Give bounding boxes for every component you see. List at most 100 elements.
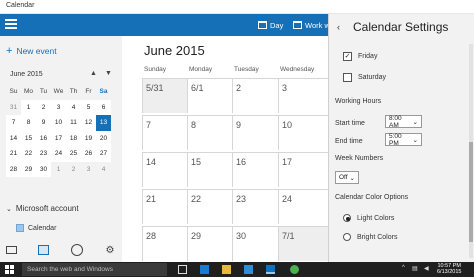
mini-calendar-day[interactable]: 20 — [96, 130, 111, 146]
mini-calendar-day[interactable]: 29 — [21, 161, 36, 177]
mini-calendar-day[interactable]: 1 — [21, 99, 36, 115]
store-icon[interactable] — [244, 265, 253, 274]
mail-icon[interactable]: mail — [6, 246, 17, 254]
mini-calendar-day[interactable]: 3 — [81, 161, 96, 177]
friday-checkbox[interactable]: ✓ — [343, 52, 352, 61]
previous-month-arrow-icon[interactable]: ▲ — [90, 70, 97, 77]
mini-calendar-day[interactable]: 16 — [36, 130, 51, 146]
task-view-icon[interactable] — [178, 265, 187, 274]
month-day-cell[interactable]: 3 — [278, 78, 328, 113]
settings-scrollbar-thumb[interactable] — [469, 142, 473, 242]
mini-calendar-day[interactable]: 3 — [51, 99, 66, 115]
month-day-cell[interactable]: 5/31 — [142, 78, 187, 113]
saturday-checkbox[interactable] — [343, 73, 352, 82]
saturday-checkbox-row[interactable]: Saturday — [343, 73, 386, 82]
mini-calendar-day[interactable]: 28 — [6, 161, 21, 177]
account-header[interactable]: ⌄ Microsoft account — [6, 204, 79, 213]
mini-calendar-day[interactable]: 17 — [51, 130, 66, 146]
mini-calendar-day[interactable]: 18 — [66, 130, 81, 146]
mini-calendar-day[interactable]: 11 — [66, 115, 81, 131]
back-arrow-icon[interactable]: ‹ — [337, 22, 340, 32]
file-explorer-icon[interactable] — [222, 265, 231, 274]
hamburger-menu-icon[interactable] — [5, 19, 17, 29]
calendar-week-icon — [293, 21, 302, 29]
chevron-down-icon: ⌄ — [349, 174, 355, 182]
month-day-cell[interactable]: 30 — [232, 226, 278, 261]
work-week-view-button[interactable]: Work w — [293, 18, 330, 32]
app-taskbar-icon[interactable] — [290, 265, 299, 274]
friday-checkbox-row[interactable]: ✓ Friday — [343, 52, 377, 61]
month-day-cell[interactable]: 9 — [232, 115, 278, 150]
light-colors-option[interactable]: Light Colors — [343, 214, 394, 222]
mini-calendar-day[interactable]: 25 — [66, 146, 81, 162]
mini-calendar-day[interactable]: 6 — [96, 99, 111, 115]
month-day-cell[interactable]: 28 — [142, 226, 187, 261]
tray-chevron-icon[interactable]: ^ — [402, 265, 405, 271]
edge-browser-icon[interactable] — [200, 265, 209, 274]
start-time-label: Start time — [335, 120, 365, 127]
volume-icon[interactable]: ◀ — [424, 265, 429, 272]
mini-calendar-day[interactable]: 27 — [96, 146, 111, 162]
mini-calendar-day[interactable]: 8 — [21, 115, 36, 131]
mini-calendar-day[interactable]: 26 — [81, 146, 96, 162]
mini-calendar-day[interactable]: 23 — [36, 146, 51, 162]
month-day-cell[interactable]: 10 — [278, 115, 328, 150]
month-day-cell[interactable]: 17 — [278, 152, 328, 187]
end-time-dropdown[interactable]: 5:00 PM ⌄ — [385, 133, 422, 147]
mini-calendar-day[interactable]: 5 — [81, 99, 96, 115]
month-day-cell[interactable]: 6/1 — [187, 78, 232, 113]
windows-start-icon[interactable] — [5, 265, 15, 274]
month-day-cell[interactable]: 16 — [232, 152, 278, 187]
week-numbers-dropdown[interactable]: Off ⌄ — [335, 171, 359, 184]
mini-calendar-day[interactable]: 13 — [96, 115, 111, 131]
mini-calendar-day[interactable]: 2 — [66, 161, 81, 177]
start-time-dropdown[interactable]: 8:00 AM ⌄ — [385, 115, 422, 129]
month-day-cell[interactable]: 15 — [187, 152, 232, 187]
mini-calendar-day[interactable]: 9 — [36, 115, 51, 131]
new-event-button[interactable]: + New event — [6, 46, 57, 57]
mini-calendar-day[interactable]: 7 — [6, 115, 21, 131]
month-day-cell[interactable]: 7 — [142, 115, 187, 150]
month-day-cell[interactable]: 21 — [142, 189, 187, 224]
mini-calendar-day[interactable]: 12 — [81, 115, 96, 131]
mini-calendar-day[interactable]: 31 — [6, 99, 21, 115]
month-day-cell[interactable]: 22 — [187, 189, 232, 224]
mini-calendar-weekday: Mo — [23, 88, 34, 96]
mini-calendar-day[interactable]: 10 — [51, 115, 66, 131]
month-day-cell[interactable]: 29 — [187, 226, 232, 261]
settings-gear-icon[interactable]: ⚙ — [104, 244, 116, 256]
mini-calendar-day[interactable]: 24 — [51, 146, 66, 162]
month-day-cell[interactable]: 7/1 — [278, 226, 328, 261]
mini-calendar-month: June 2015 — [10, 71, 43, 78]
calendar-taskbar-icon[interactable] — [266, 265, 275, 274]
bright-colors-option[interactable]: Bright Colors — [343, 233, 397, 241]
month-day-cell[interactable]: 8 — [187, 115, 232, 150]
light-colors-radio[interactable] — [343, 214, 351, 222]
taskbar-search-box[interactable]: Search the web and Windows — [22, 263, 167, 276]
calendar-list-item[interactable]: Calendar — [16, 224, 56, 232]
feedback-icon[interactable]: fb — [70, 244, 83, 256]
calendar-app-icon[interactable]: cal — [38, 245, 50, 255]
network-icon[interactable]: ▤ — [412, 265, 418, 272]
taskbar-clock[interactable]: 10:57 PM 6/13/2015 — [437, 263, 461, 275]
weekday-header: Sunday — [144, 66, 167, 73]
day-view-button[interactable]: Day — [258, 18, 283, 32]
next-month-arrow-icon[interactable]: ▼ — [105, 70, 112, 77]
calendar-color-swatch — [16, 224, 24, 232]
mini-calendar-day[interactable]: 30 — [36, 161, 51, 177]
bright-colors-radio[interactable] — [343, 233, 351, 241]
mini-calendar-day[interactable]: 22 — [21, 146, 36, 162]
month-day-cell[interactable]: 2 — [232, 78, 278, 113]
window-title: Calendar — [6, 2, 35, 9]
mini-calendar-day[interactable]: 4 — [66, 99, 81, 115]
mini-calendar-day[interactable]: 19 — [81, 130, 96, 146]
month-day-cell[interactable]: 24 — [278, 189, 328, 224]
mini-calendar-day[interactable]: 15 — [21, 130, 36, 146]
month-day-cell[interactable]: 14 — [142, 152, 187, 187]
mini-calendar-day[interactable]: 1 — [51, 161, 66, 177]
mini-calendar-day[interactable]: 4 — [96, 161, 111, 177]
mini-calendar-day[interactable]: 21 — [6, 146, 21, 162]
mini-calendar-day[interactable]: 14 — [6, 130, 21, 146]
mini-calendar-day[interactable]: 2 — [36, 99, 51, 115]
month-day-cell[interactable]: 23 — [232, 189, 278, 224]
